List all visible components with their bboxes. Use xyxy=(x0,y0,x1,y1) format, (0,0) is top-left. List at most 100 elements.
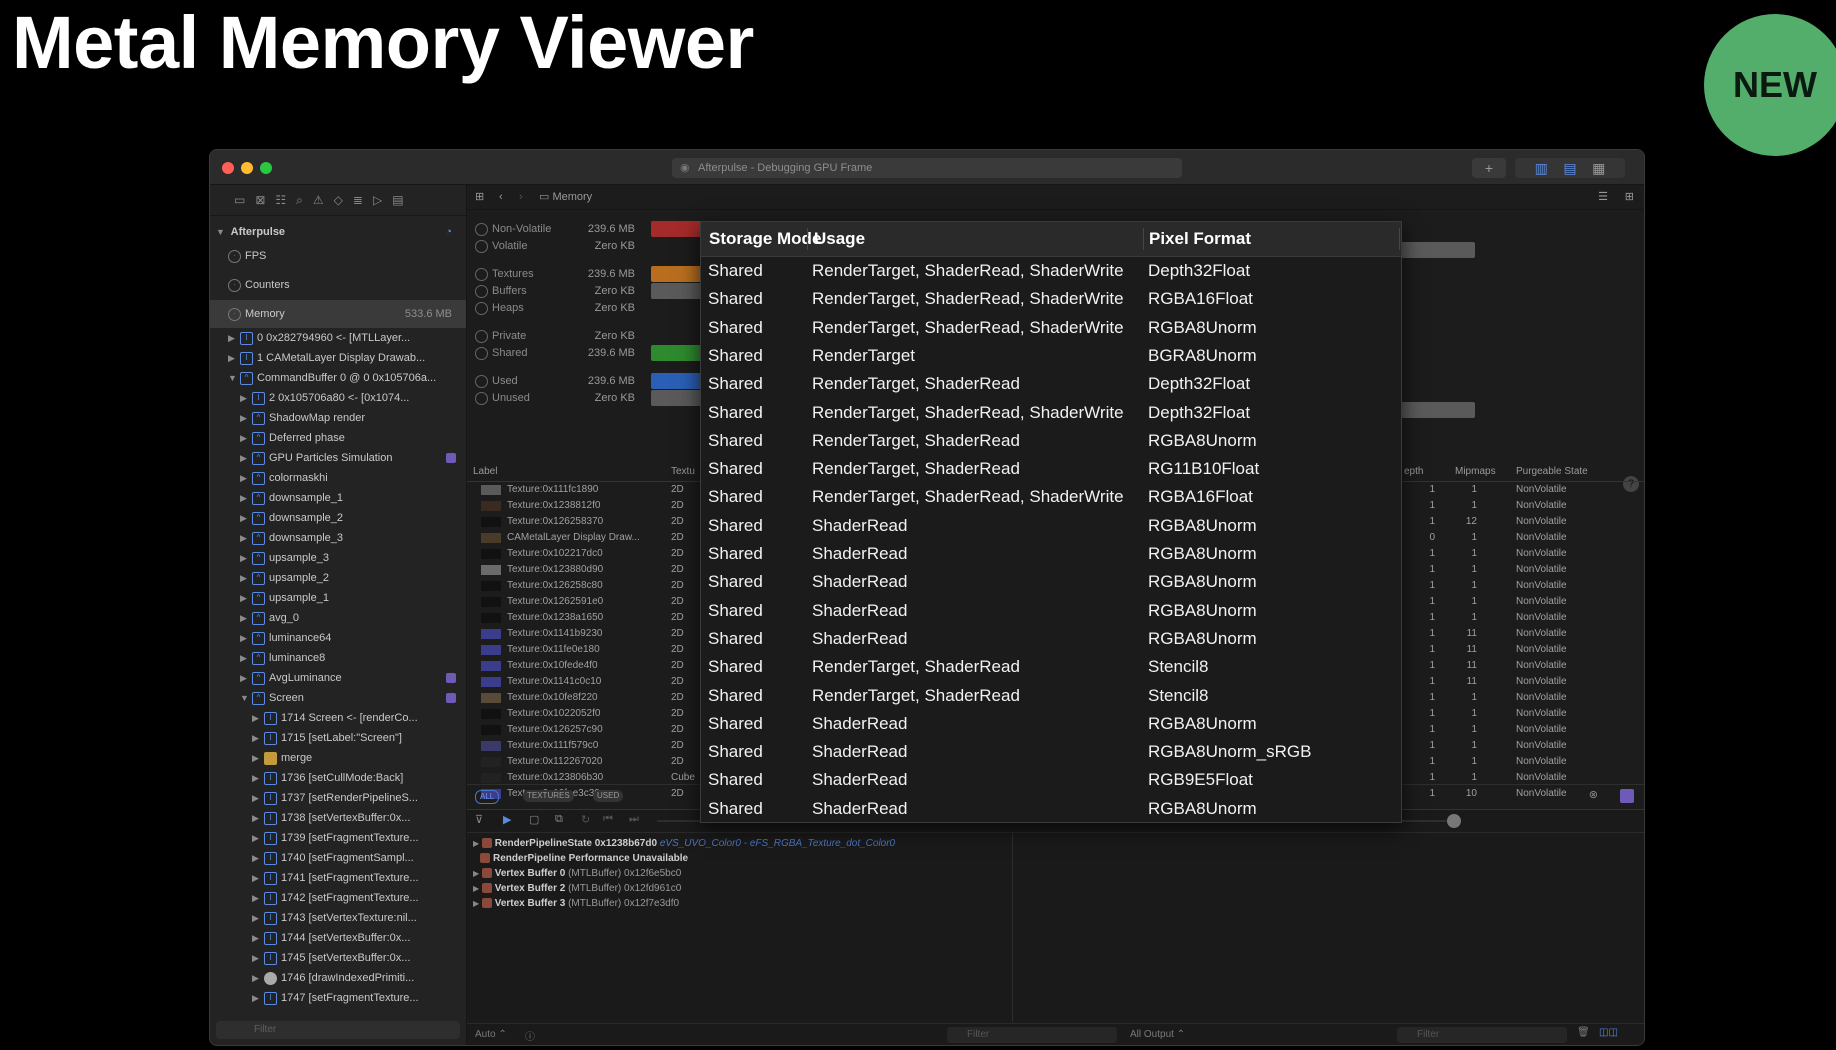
clear-filter-icon[interactable]: ⊗ xyxy=(1589,788,1598,801)
reload-icon[interactable]: ↻ xyxy=(581,813,590,826)
filter-pill-all[interactable]: ALL xyxy=(475,790,500,804)
auto-selector[interactable]: Auto ⌃ xyxy=(475,1029,507,1040)
disclosure-icon[interactable]: ▶ xyxy=(252,848,264,868)
disclosure-icon[interactable]: ▶ xyxy=(473,899,479,908)
step-back-icon[interactable]: ⏮ xyxy=(603,813,613,826)
minimize-window-button[interactable] xyxy=(241,162,253,174)
console-filter[interactable]: Filter xyxy=(1397,1027,1567,1043)
purple-marker-icon[interactable] xyxy=(1620,789,1634,803)
col-mipmaps[interactable]: Mipmaps xyxy=(1455,463,1496,481)
output-selector[interactable]: All Output ⌃ xyxy=(1130,1029,1185,1040)
nav-tree-item[interactable]: ▶ ^ GPU Particles Simulation xyxy=(210,448,466,468)
nav-tree-item[interactable]: ▶ ^ downsample_2 xyxy=(210,508,466,528)
disclosure-icon[interactable]: ▶ xyxy=(252,888,264,908)
disclosure-open-icon[interactable]: ▼ xyxy=(216,222,228,242)
debug-line[interactable]: ▶ Vertex Buffer 2 (MTLBuffer) 0x12fd961c… xyxy=(473,881,681,896)
col-type[interactable]: Textu xyxy=(671,463,695,481)
stat-unused[interactable]: Unused Zero KB xyxy=(475,389,711,407)
add-editor-icon[interactable]: ⊞ xyxy=(1625,185,1634,209)
disclosure-icon[interactable]: ▶ xyxy=(252,768,264,788)
disclosure-icon[interactable]: ▶ xyxy=(252,908,264,928)
nav-tree-item[interactable]: ▶ I 1736 [setCullMode:Back] xyxy=(210,768,466,788)
debug-navigator-icon[interactable]: ≣ xyxy=(353,193,363,207)
pause-icon[interactable]: ▢ xyxy=(529,813,539,826)
disclosure-icon[interactable]: ▶ xyxy=(473,839,479,848)
folder-icon[interactable]: ▭ xyxy=(234,193,245,207)
disclosure-icon[interactable]: ▶ xyxy=(240,628,252,648)
disclosure-icon[interactable]: ▶ xyxy=(473,869,479,878)
toggle-icon[interactable] xyxy=(475,391,488,405)
overlay-row[interactable]: Shared ShaderRead RGBA8Unorm xyxy=(701,710,1401,738)
overlay-row[interactable]: Shared ShaderRead RGBA8Unorm xyxy=(701,568,1401,596)
disclosure-icon[interactable]: ▼ xyxy=(240,688,252,708)
nav-tree-item[interactable]: ▶ I 0 0x282794960 <- [MTLLayer... xyxy=(210,328,466,348)
disclosure-icon[interactable]: ▶ xyxy=(252,708,264,728)
col-purgeable[interactable]: Purgeable State xyxy=(1516,463,1588,481)
stat-buffers[interactable]: Buffers Zero KB xyxy=(475,282,711,300)
disclosure-icon[interactable]: ▶ xyxy=(252,828,264,848)
debug-line[interactable]: ▶ RenderPipelineState 0x1238b67d0 eVS_UV… xyxy=(473,836,895,851)
nav-tree-item[interactable]: ▼ ^ Screen xyxy=(210,688,466,708)
capture-icon[interactable]: ⧉ xyxy=(555,813,563,826)
toggle-icon[interactable] xyxy=(475,329,488,343)
disclosure-icon[interactable]: ▶ xyxy=(240,508,252,528)
toggle-icon[interactable] xyxy=(475,284,488,298)
nav-tree-item[interactable]: ▼ ^ CommandBuffer 0 @ 0 0x105706a... xyxy=(210,368,466,388)
navigator-toggle-icon[interactable]: ▥ xyxy=(1535,160,1548,176)
disclosure-icon[interactable]: ▶ xyxy=(240,428,252,448)
nav-tree-item[interactable]: ▶ I 1741 [setFragmentTexture... xyxy=(210,868,466,888)
step-forward-icon[interactable]: ⏭ xyxy=(629,813,639,826)
nav-tree-item[interactable]: ▶ merge xyxy=(210,748,466,768)
disclosure-icon[interactable]: ▶ xyxy=(252,948,264,968)
report-icon[interactable]: ▤ xyxy=(392,193,403,207)
disclosure-icon[interactable]: ▶ xyxy=(240,548,252,568)
filter-pill-textures[interactable]: TEXTURES xyxy=(523,790,574,802)
nav-tree-item[interactable]: ▶ I 1744 [setVertexBuffer:0x... xyxy=(210,928,466,948)
nav-tree-item[interactable]: ▶ ^ AvgLuminance xyxy=(210,668,466,688)
inspector-toggle-icon[interactable]: ▦ xyxy=(1592,160,1605,176)
disclosure-icon[interactable]: ▶ xyxy=(252,868,264,888)
col-label[interactable]: Label xyxy=(473,463,497,481)
nav-tree-item[interactable]: ▶ ^ upsample_1 xyxy=(210,588,466,608)
nav-tree-item[interactable]: ▶ ^ luminance8 xyxy=(210,648,466,668)
disclosure-icon[interactable]: ▶ xyxy=(240,648,252,668)
disclosure-icon[interactable]: ▶ xyxy=(240,568,252,588)
overlay-row[interactable]: Shared RenderTarget, ShaderRead RG11B10Flo… xyxy=(701,455,1401,483)
test-icon[interactable]: ◇ xyxy=(334,193,343,207)
overlay-row[interactable]: Shared RenderTarget BGRA8Unorm xyxy=(701,342,1401,370)
toggle-icon[interactable] xyxy=(475,222,488,236)
nav-item-1[interactable]: · Counters xyxy=(210,271,466,300)
nav-tree-item[interactable]: ▶ I 1715 [setLabel:"Screen"] xyxy=(210,728,466,748)
back-icon[interactable]: ‹ xyxy=(499,185,503,209)
nav-tree-item[interactable]: ▶ I 1740 [setFragmentSampl... xyxy=(210,848,466,868)
stat-private[interactable]: Private Zero KB xyxy=(475,327,635,345)
nav-tree-item[interactable]: ▶ ^ downsample_3 xyxy=(210,528,466,548)
symbol-icon[interactable]: ☷ xyxy=(275,193,286,207)
overlay-row[interactable]: Shared RenderTarget, ShaderRead Stencil8 xyxy=(701,653,1401,681)
close-window-button[interactable] xyxy=(222,162,234,174)
nav-tree-item[interactable]: ▶ ^ Deferred phase xyxy=(210,428,466,448)
header-storage-mode[interactable]: Storage Mode xyxy=(709,222,821,256)
disclosure-icon[interactable]: ▶ xyxy=(252,748,264,768)
disclosure-icon[interactable]: ▶ xyxy=(252,928,264,948)
lines-icon[interactable]: ☰ xyxy=(1598,185,1608,209)
overlay-row[interactable]: Shared ShaderRead RGBA8Unorm xyxy=(701,597,1401,625)
disclosure-icon[interactable]: ▶ xyxy=(473,884,479,893)
breakpoint-icon[interactable]: ▷ xyxy=(373,193,382,207)
zoom-window-button[interactable] xyxy=(260,162,272,174)
forward-icon[interactable]: › xyxy=(519,185,523,209)
nav-tree-item[interactable]: ▶ I 1738 [setVertexBuffer:0x... xyxy=(210,808,466,828)
nav-tree-item[interactable]: ▶ ^ ShadowMap render xyxy=(210,408,466,428)
disclosure-icon[interactable]: ▶ xyxy=(252,728,264,748)
nav-tree-item[interactable]: ▶ ^ upsample_2 xyxy=(210,568,466,588)
nav-tree-item[interactable]: ▶ I 1745 [setVertexBuffer:0x... xyxy=(210,948,466,968)
toggle-icon[interactable] xyxy=(475,346,488,360)
add-button[interactable]: + xyxy=(1472,158,1506,178)
navigator-filter[interactable]: Filter xyxy=(216,1021,460,1039)
overlay-row[interactable]: Shared RenderTarget, ShaderRead, ShaderWr… xyxy=(701,483,1401,511)
nav-tree-item[interactable]: ▶ I 1747 [setFragmentTexture... xyxy=(210,988,466,1008)
debug-area-toggle-icon[interactable]: ▤ xyxy=(1563,160,1576,176)
stat-non-volatile[interactable]: Non-Volatile 239.6 MB xyxy=(475,220,711,238)
overlay-row[interactable]: Shared RenderTarget, ShaderRead, ShaderWr… xyxy=(701,399,1401,427)
disclosure-icon[interactable]: ▶ xyxy=(240,488,252,508)
